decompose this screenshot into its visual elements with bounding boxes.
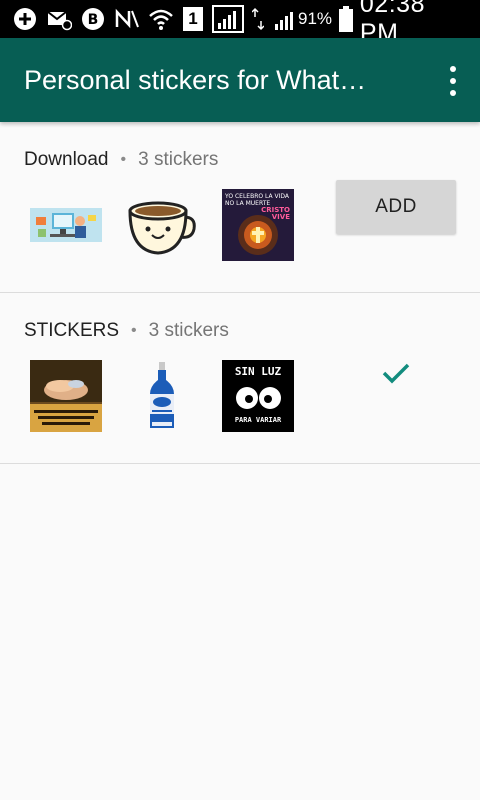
sticker-text-line: YO CELEBRO LA VIDA	[225, 193, 289, 200]
signal-strength-2-icon	[272, 6, 298, 32]
pack-name: Download	[24, 149, 109, 170]
pack-separator: •	[131, 322, 137, 339]
svg-text:B: B	[88, 12, 99, 28]
check-icon	[380, 357, 412, 389]
pack-header: STICKERS • 3 stickers	[24, 320, 229, 342]
sticker-thumbnail-computer	[30, 189, 102, 261]
sticker-pack-stickers[interactable]: STICKERS • 3 stickers SIN LUZ PARA VARIA…	[0, 293, 480, 464]
add-notification-icon	[12, 6, 38, 32]
data-arrows-icon	[252, 6, 264, 32]
pack-header: Download • 3 stickers	[24, 149, 218, 171]
wifi-icon	[148, 6, 174, 32]
sticker-thumbnail-cristo-vive: YO CELEBRO LA VIDA NO LA MUERTE CRISTO V…	[222, 189, 294, 261]
status-bar: B 1 91% 02:38 PM	[0, 0, 480, 47]
sticker-thumbnails: YO CELEBRO LA VIDA NO LA MUERTE CRISTO V…	[30, 189, 294, 261]
battery-icon	[338, 6, 354, 32]
sticker-text-line: SIN LUZ	[234, 365, 282, 378]
sticker-thumbnail-hands	[30, 360, 102, 432]
sticker-text-line: PARA VARIAR	[234, 416, 282, 424]
sticker-thumbnail-beer-bottle	[126, 360, 198, 432]
nfc-icon	[114, 6, 140, 32]
bitcoin-icon: B	[80, 6, 106, 32]
app-bar: Personal stickers for What…	[0, 38, 480, 122]
pack-name: STICKERS	[24, 320, 120, 341]
add-button[interactable]: ADD	[336, 180, 456, 234]
sticker-thumbnail-coffee-cup	[126, 189, 198, 261]
sticker-text-line: VIVE	[271, 213, 290, 221]
pack-sticker-count: 3 stickers	[138, 149, 219, 170]
overflow-menu-icon[interactable]	[446, 66, 460, 96]
signal-strength-icon	[212, 5, 244, 33]
sticker-thumbnails: SIN LUZ PARA VARIAR	[30, 360, 294, 432]
pack-separator: •	[120, 151, 127, 168]
sim-slot-label: 1	[183, 7, 203, 31]
sticker-pack-download[interactable]: Download • 3 stickers YO CELEBRO LA VIDA…	[0, 122, 480, 293]
app-title: Personal stickers for What…	[24, 64, 367, 95]
sticker-thumbnail-sin-luz: SIN LUZ PARA VARIAR	[222, 360, 294, 432]
email-icon	[46, 6, 72, 32]
sim-slot-icon: 1	[182, 6, 204, 32]
pack-sticker-count: 3 stickers	[148, 320, 229, 341]
battery-percentage: 91%	[298, 9, 333, 28]
